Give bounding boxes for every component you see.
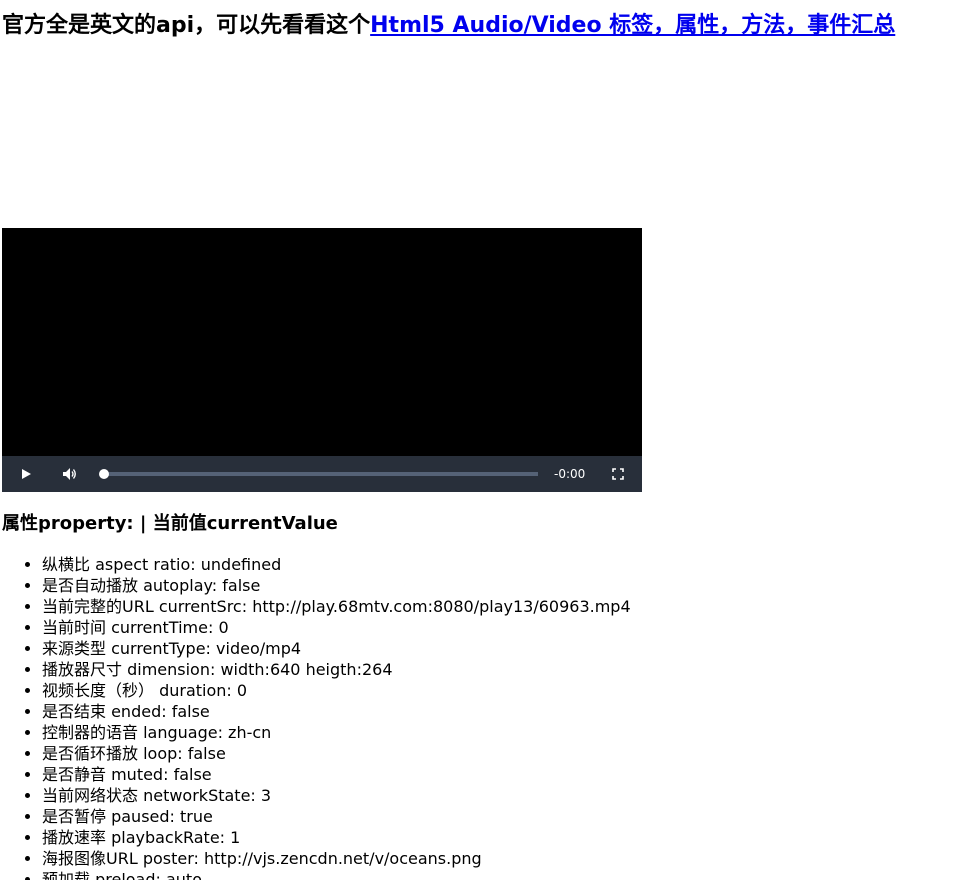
list-item: 播放速率 playbackRate: 1	[42, 827, 631, 848]
fullscreen-icon	[612, 468, 624, 480]
list-item: 来源类型 currentType: video/mp4	[42, 638, 631, 659]
properties-list: 纵横比 aspect ratio: undefined 是否自动播放 autop…	[2, 554, 631, 880]
list-item: 预加载 preload: auto	[42, 869, 631, 880]
list-item: 是否静音 muted: false	[42, 764, 631, 785]
list-item: 是否循环播放 loop: false	[42, 743, 631, 764]
list-item: 纵横比 aspect ratio: undefined	[42, 554, 631, 575]
video-player[interactable]: -0:00	[2, 228, 642, 492]
properties-title: 属性property: | 当前值currentValue	[2, 513, 338, 534]
list-item: 当前时间 currentTime: 0	[42, 617, 631, 638]
list-item: 视频长度（秒） duration: 0	[42, 680, 631, 701]
fullscreen-button[interactable]	[608, 456, 628, 492]
play-button[interactable]	[14, 456, 38, 492]
list-item: 是否结束 ended: false	[42, 701, 631, 722]
list-item: 海报图像URL poster: http://vjs.zencdn.net/v/…	[42, 848, 631, 869]
api-summary-link[interactable]: Html5 Audio/Video 标签，属性，方法，事件汇总	[370, 13, 895, 38]
headline-text: 官方全是英文的api，可以先看看这个	[2, 13, 371, 38]
list-item: 是否自动播放 autoplay: false	[42, 575, 631, 596]
list-item: 控制器的语音 language: zh-cn	[42, 722, 631, 743]
list-item: 当前完整的URL currentSrc: http://play.68mtv.c…	[42, 596, 631, 617]
play-icon	[22, 469, 31, 479]
page-headline: 官方全是英文的api，可以先看看这个Html5 Audio/Video 标签，属…	[2, 10, 895, 42]
volume-icon	[63, 468, 76, 480]
progress-handle[interactable]	[99, 469, 109, 479]
remaining-time: -0:00	[554, 467, 586, 481]
progress-bar[interactable]	[99, 469, 538, 479]
list-item: 当前网络状态 networkState: 3	[42, 785, 631, 806]
volume-button[interactable]	[58, 456, 82, 492]
player-control-bar: -0:00	[2, 456, 642, 492]
page: 官方全是英文的api，可以先看看这个Html5 Audio/Video 标签，属…	[0, 0, 965, 880]
list-item: 播放器尺寸 dimension: width:640 heigth:264	[42, 659, 631, 680]
list-item: 是否暂停 paused: true	[42, 806, 631, 827]
